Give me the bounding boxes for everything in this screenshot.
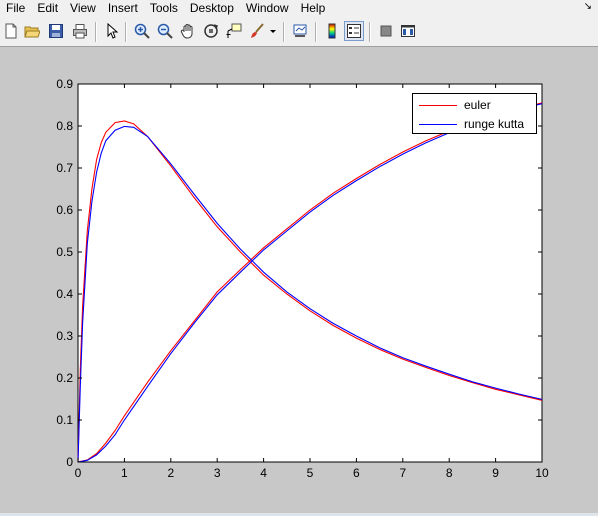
legend-label-runge-kutta: runge kutta [464, 117, 525, 131]
legend-entry-runge-kutta: runge kutta [413, 116, 538, 132]
axes-box [77, 83, 543, 463]
legend[interactable]: euler runge kutta [412, 93, 537, 134]
legend-line-euler [419, 105, 457, 106]
y-tick-label: 0.5 [56, 245, 73, 259]
y-tick-label: 0.8 [56, 119, 73, 133]
y-tick-label: 0 [66, 455, 73, 469]
legend-label-euler: euler [464, 98, 491, 112]
x-tick-label: 5 [307, 466, 314, 480]
y-tick-label: 0.3 [56, 329, 73, 343]
x-tick-label: 1 [121, 466, 128, 480]
plot-svg: 0 1 2 3 4 5 6 7 8 9 10 0 0.1 0.2 0.3 0.4 0.5 0.6 0.7 0.8 0.9 [56, 77, 549, 480]
y-tick-label: 0.2 [56, 371, 73, 385]
x-tick-label: 3 [214, 466, 221, 480]
legend-entry-euler: euler [413, 97, 538, 113]
x-tick-label: 9 [492, 466, 499, 480]
y-tick-label: 0.9 [56, 77, 73, 91]
y-tick-label: 0.7 [56, 161, 73, 175]
x-tick-label: 10 [535, 466, 549, 480]
x-tick-label: 6 [353, 466, 360, 480]
x-tick-label: 7 [399, 466, 406, 480]
y-tick-label: 0.4 [56, 287, 73, 301]
x-tick-label: 8 [446, 466, 453, 480]
x-tick-label: 0 [75, 466, 82, 480]
x-tick-label: 4 [260, 466, 267, 480]
y-tick-label: 0.1 [56, 413, 73, 427]
y-tick-label: 0.6 [56, 203, 73, 217]
legend-line-runge-kutta [419, 124, 457, 125]
x-tick-label: 2 [167, 466, 174, 480]
